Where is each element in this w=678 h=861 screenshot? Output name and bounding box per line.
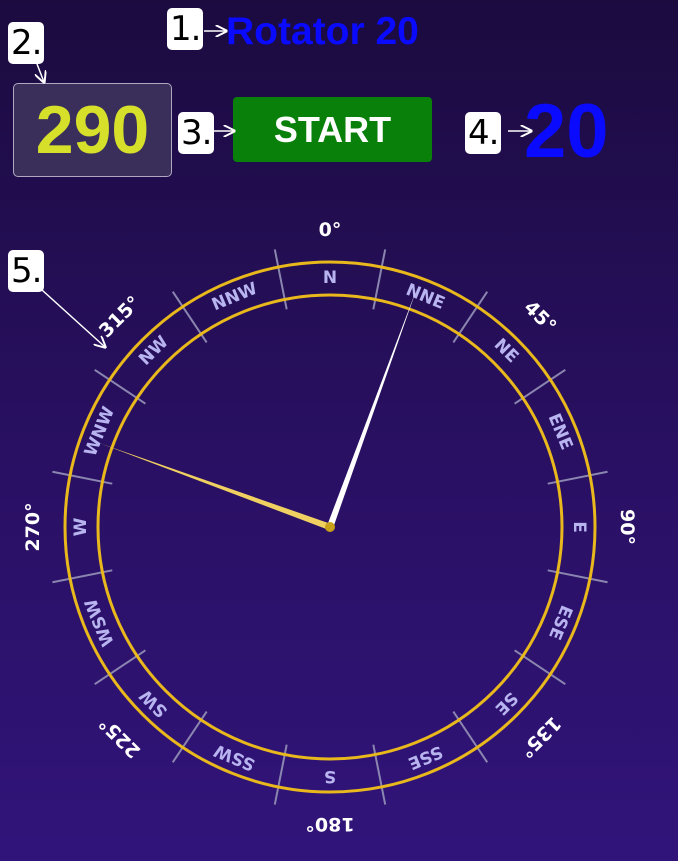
compass-point-label: W — [71, 517, 91, 536]
compass-point-label: N — [323, 268, 337, 288]
callout-2-arrow — [37, 63, 44, 82]
compass-point-label: WNW — [81, 404, 119, 460]
degree-label: 225° — [95, 712, 145, 762]
compass-point-label: S — [324, 766, 336, 786]
app-title: Rotator 20 — [226, 10, 419, 53]
compass-point-label: WSW — [81, 595, 119, 649]
current-heading-display: 20 — [524, 89, 609, 174]
degree-label: 90° — [616, 509, 638, 545]
current-needle — [326, 287, 418, 529]
degree-label: 180° — [305, 813, 354, 835]
degree-label: 315° — [95, 292, 145, 342]
degree-label: 135° — [515, 712, 565, 762]
callout-1: 1. — [167, 8, 204, 50]
compass-point-label: E — [569, 521, 589, 533]
degree-label: 45° — [520, 296, 561, 337]
callout-2: 2. — [8, 22, 45, 64]
target-needle — [99, 443, 332, 531]
degree-label: 0° — [319, 219, 342, 241]
degree-label: 270° — [22, 502, 44, 551]
start-button[interactable]: START — [233, 97, 432, 162]
needle-hub — [325, 522, 335, 532]
callout-3: 3. — [178, 112, 215, 154]
target-heading-display[interactable]: 290 — [13, 83, 172, 177]
callout-4: 4. — [465, 112, 502, 154]
compass-dial[interactable]: NNNENEENEEESESESSESSSWSWWSWWWNWNWNNW0°45… — [0, 200, 678, 861]
compass-point-label: NW — [135, 332, 173, 370]
